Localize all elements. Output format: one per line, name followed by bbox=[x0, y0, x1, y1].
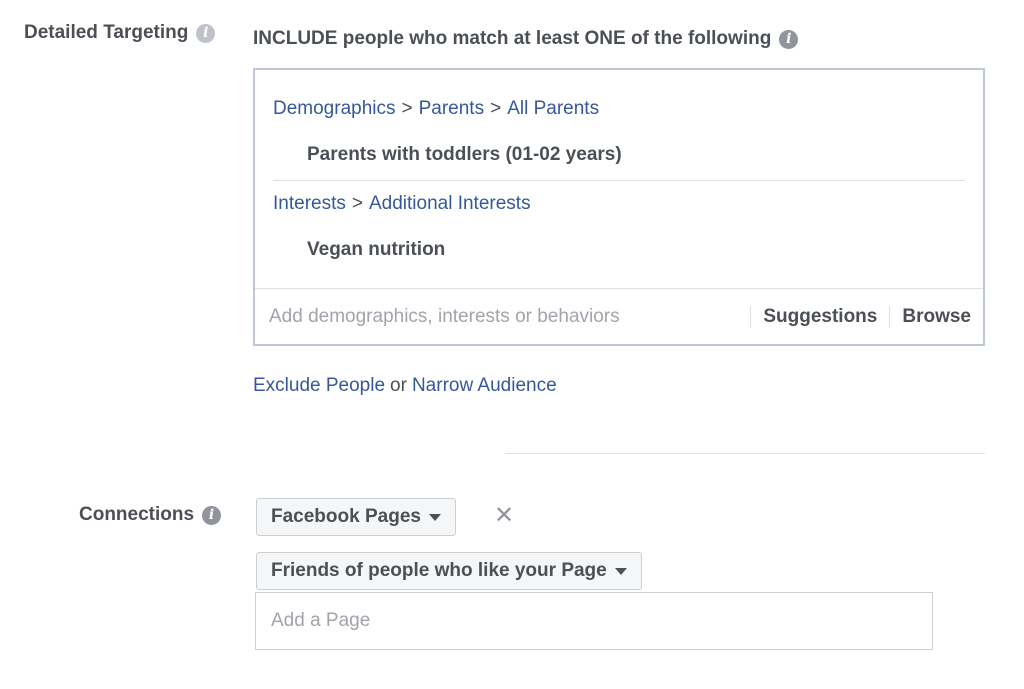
browse-button[interactable]: Browse bbox=[890, 306, 983, 328]
breadcrumb-link-interests[interactable]: Interests bbox=[273, 193, 346, 214]
caret-down-icon bbox=[614, 567, 627, 575]
targeting-search-bar: Suggestions Browse bbox=[255, 288, 983, 344]
targeting-item-parents-toddlers[interactable]: Parents with toddlers (01-02 years) bbox=[307, 144, 622, 166]
connections-label-text: Connections bbox=[79, 504, 195, 525]
connection-type-label: Facebook Pages bbox=[271, 506, 421, 527]
breadcrumb-separator: > bbox=[490, 98, 502, 119]
add-page-field bbox=[255, 592, 933, 650]
include-text: INCLUDE people who match at least ONE of… bbox=[253, 28, 772, 49]
connection-scope-label: Friends of people who like your Page bbox=[271, 560, 607, 581]
connection-type-dropdown[interactable]: Facebook Pages bbox=[256, 498, 456, 536]
breadcrumb-separator: > bbox=[401, 98, 413, 119]
caret-down-icon bbox=[428, 513, 441, 521]
breadcrumb-link-demographics[interactable]: Demographics bbox=[273, 98, 396, 119]
breadcrumb-demographics: Demographics > Parents > All Parents bbox=[273, 98, 599, 120]
info-icon[interactable]: i bbox=[779, 29, 799, 49]
info-icon[interactable]: i bbox=[196, 23, 216, 43]
or-text: or bbox=[390, 375, 407, 396]
connection-scope-dropdown[interactable]: Friends of people who like your Page bbox=[256, 552, 642, 590]
targeting-box: Demographics > Parents > All Parents Parents… bbox=[253, 68, 985, 346]
suggestions-button[interactable]: Suggestions bbox=[751, 306, 889, 328]
connections-label: Connections i bbox=[79, 504, 222, 526]
detailed-targeting-label-text: Detailed Targeting bbox=[24, 22, 189, 43]
group-divider bbox=[273, 180, 965, 181]
breadcrumb-link-all-parents[interactable]: All Parents bbox=[507, 98, 599, 119]
breadcrumb-separator: > bbox=[351, 193, 363, 214]
targeting-item-vegan-nutrition[interactable]: Vegan nutrition bbox=[307, 239, 445, 261]
narrow-audience-link[interactable]: Narrow Audience bbox=[412, 375, 557, 396]
breadcrumb-interests: Interests > Additional Interests bbox=[273, 193, 531, 215]
detailed-targeting-label: Detailed Targeting i bbox=[24, 22, 216, 44]
add-page-input[interactable] bbox=[256, 610, 932, 632]
breadcrumb-link-additional-interests[interactable]: Additional Interests bbox=[369, 193, 531, 214]
breadcrumb-link-parents[interactable]: Parents bbox=[419, 98, 484, 119]
section-divider bbox=[505, 453, 985, 454]
exclude-narrow-line: Exclude People or Narrow Audience bbox=[253, 375, 557, 397]
exclude-people-link[interactable]: Exclude People bbox=[253, 375, 385, 396]
info-icon[interactable]: i bbox=[202, 505, 222, 525]
targeting-actions: Suggestions Browse bbox=[750, 289, 983, 344]
targeting-search-input[interactable] bbox=[255, 305, 725, 328]
close-icon[interactable]: ✕ bbox=[494, 502, 514, 530]
include-instructions: INCLUDE people who match at least ONE of… bbox=[253, 28, 799, 50]
